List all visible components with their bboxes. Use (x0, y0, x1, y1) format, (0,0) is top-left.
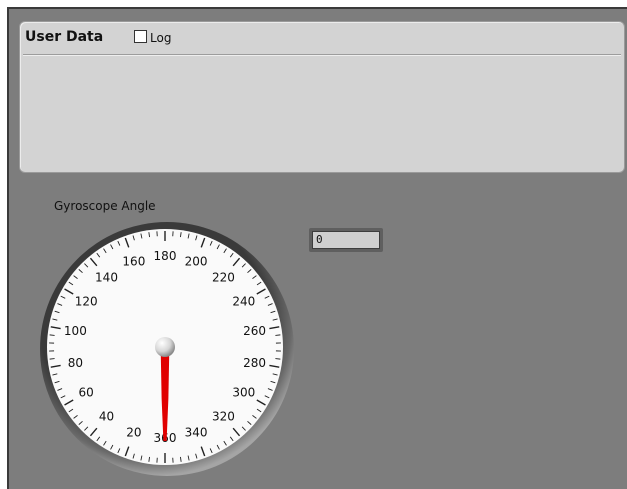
gauge-scale-label: 140 (95, 270, 118, 284)
log-checkbox[interactable] (134, 30, 147, 43)
gauge-scale-label: 20 (126, 426, 141, 440)
gauge-scale-label: 200 (185, 254, 208, 268)
gauge-scale-label: 340 (185, 426, 208, 440)
gauge-scale-label: 100 (64, 324, 87, 338)
gyroscope-angle-gauge[interactable]: 20 40 60 80 100 120 140 160 180 200 220 240 260 280 30… (39, 221, 299, 481)
panel-divider (23, 54, 621, 56)
gauge-scale-label: 40 (99, 410, 114, 424)
gauge-scale-label: 80 (68, 356, 83, 370)
minor-tick (49, 358, 55, 360)
minor-tick (49, 334, 55, 336)
gauge-scale-label: 320 (212, 410, 235, 424)
gauge-scale-label: 260 (243, 324, 266, 338)
angle-readout-value[interactable]: 0 (312, 231, 380, 249)
gauge-scale-label: 160 (122, 254, 145, 268)
angle-readout-field[interactable]: 0 (309, 228, 383, 252)
gyroscope-angle-label: Gyroscope Angle (54, 199, 156, 213)
gauge-scale-label: 120 (75, 295, 98, 309)
user-data-panel: User Data Log (19, 21, 625, 173)
gauge-scale-label: 280 (243, 356, 266, 370)
gauge-scale-label: 60 (79, 386, 94, 400)
gauge-scale-label: 240 (232, 295, 255, 309)
gauge-scale-label: 220 (212, 270, 235, 284)
gauge-scale-label: 300 (232, 386, 255, 400)
vi-front-panel: User Data Log Gyroscope Angle 20 40 60 80 10… (7, 7, 627, 489)
minor-tick (275, 358, 281, 360)
log-checkbox-label[interactable]: Log (150, 31, 171, 45)
user-data-title: User Data (25, 29, 104, 45)
minor-tick (275, 334, 281, 336)
gauge-scale-label: 180 (154, 249, 177, 263)
gauge-hub (155, 337, 175, 357)
